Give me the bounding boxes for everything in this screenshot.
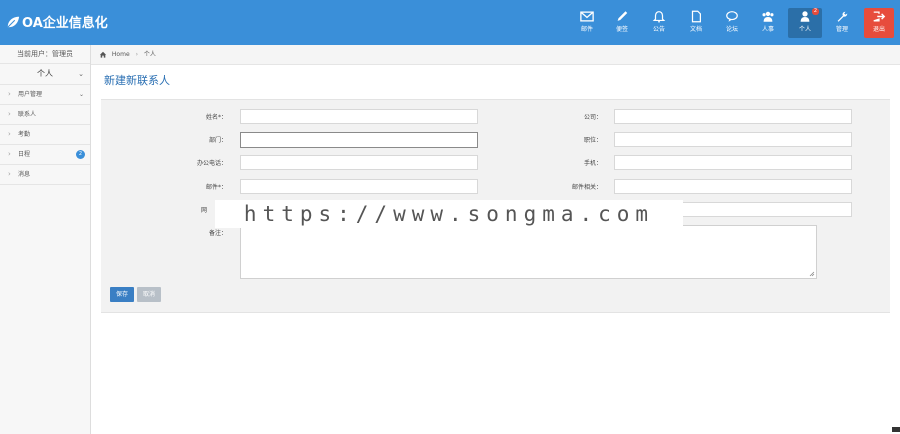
- chevron-right-icon: ›: [8, 130, 11, 138]
- position-label: 职位：: [583, 137, 602, 144]
- nav-admin-button[interactable]: 管理: [825, 8, 859, 38]
- chevron-down-icon: ⌄: [78, 91, 84, 98]
- nav-personal-button[interactable]: 个人 2: [788, 8, 822, 38]
- chevron-right-icon: ›: [8, 150, 11, 158]
- home-icon: [99, 51, 107, 58]
- sidebar-item-messages[interactable]: › 消息: [0, 165, 90, 185]
- chevron-down-icon: ⌄: [78, 70, 84, 78]
- breadcrumb-current: 个人: [143, 51, 156, 58]
- brand-name: OA企业信息化: [22, 16, 108, 31]
- mobile-field[interactable]: [614, 155, 852, 170]
- nav-mail-button[interactable]: 邮件: [570, 8, 604, 38]
- resize-handle-icon[interactable]: [809, 271, 815, 277]
- nav-hr-label: 人事: [761, 26, 774, 33]
- sidebar-item-label: 考勤: [18, 131, 31, 138]
- office-phone-label: 办公电话：: [196, 160, 227, 167]
- watermark: https://www.songma.com: [215, 200, 683, 228]
- sidebar-item-label: 联系人: [18, 111, 37, 118]
- logout-icon: [873, 11, 886, 22]
- document-icon: [691, 10, 701, 23]
- nav-personal-label: 个人: [798, 26, 811, 33]
- email2-label: 邮件相关：: [571, 184, 602, 191]
- users-icon: [762, 11, 774, 22]
- chevron-right-icon: ›: [8, 170, 11, 178]
- chevron-right-icon: ›: [8, 90, 11, 98]
- nav-docs-label: 文档: [689, 26, 702, 33]
- sidebar-item-label: 用户管理: [18, 91, 43, 98]
- sidebar-item-user-management[interactable]: › 用户管理 ⌄: [0, 85, 90, 105]
- web-label: 网: [200, 207, 207, 214]
- main-content: Home › 个人 新建新联系人 姓名*： 公司： 部门： 职位： 办公电话： …: [91, 45, 900, 434]
- company-field[interactable]: [614, 109, 852, 124]
- sidebar-section-personal[interactable]: 个人 ⌄: [0, 64, 90, 85]
- leaf-icon: [7, 16, 20, 28]
- top-navbar: OA企业信息化 邮件 便签 公告 文档 论坛 人事 个人 2 管理 退出: [0, 0, 900, 45]
- envelope-icon: [580, 11, 594, 22]
- position-field[interactable]: [614, 132, 852, 147]
- nav-mail-label: 邮件: [580, 26, 593, 33]
- notes-textarea[interactable]: [240, 225, 817, 279]
- sidebar-section-label: 个人: [37, 69, 53, 78]
- nav-notice-label: 公告: [652, 26, 665, 33]
- nav-docs-button[interactable]: 文档: [679, 8, 713, 38]
- email-label: 邮件*：: [205, 184, 227, 191]
- breadcrumb: Home › 个人: [91, 45, 900, 65]
- sidebar-item-schedule[interactable]: › 日程 2: [0, 145, 90, 165]
- nav-notes-label: 便签: [615, 26, 628, 33]
- save-button[interactable]: 保存: [110, 287, 134, 302]
- nav-admin-label: 管理: [835, 26, 848, 33]
- email-field[interactable]: [240, 179, 478, 194]
- current-user: 当前用户：管理员: [0, 45, 90, 64]
- nav-exit-label: 退出: [872, 26, 885, 33]
- company-label: 公司：: [583, 114, 602, 121]
- notes-label: 备注：: [208, 230, 227, 237]
- nav-notes-button[interactable]: 便签: [605, 8, 639, 38]
- chevron-right-icon: ›: [8, 110, 11, 118]
- sidebar: 当前用户：管理员 个人 ⌄ › 用户管理 ⌄ › 联系人 › 考勤 › 日程 2…: [0, 45, 91, 434]
- breadcrumb-separator: ›: [135, 51, 138, 58]
- brand-logo[interactable]: OA企业信息化: [6, 12, 108, 31]
- name-label: 姓名*：: [205, 114, 227, 121]
- sidebar-item-contacts[interactable]: › 联系人: [0, 105, 90, 125]
- nav-notice-button[interactable]: 公告: [642, 8, 676, 38]
- email2-field[interactable]: [614, 179, 852, 194]
- breadcrumb-home-link[interactable]: Home: [112, 51, 130, 58]
- sidebar-item-label: 消息: [18, 171, 31, 178]
- nav-exit-button[interactable]: 退出: [864, 8, 894, 38]
- user-icon: [800, 11, 810, 22]
- chat-bubble-icon: [726, 11, 738, 22]
- count-badge: 2: [76, 150, 85, 159]
- name-field[interactable]: [240, 109, 478, 124]
- nav-forum-label: 论坛: [725, 26, 738, 33]
- notification-badge: 2: [811, 8, 819, 15]
- nav-forum-button[interactable]: 论坛: [715, 8, 749, 38]
- sidebar-item-attendance[interactable]: › 考勤: [0, 125, 90, 145]
- cancel-button[interactable]: 取消: [137, 287, 161, 302]
- department-field[interactable]: [240, 132, 478, 148]
- sidebar-item-label: 日程: [18, 151, 31, 158]
- page-title: 新建新联系人: [104, 74, 170, 87]
- wrench-icon: [837, 11, 848, 22]
- pencil-icon: [617, 11, 628, 21]
- office-phone-field[interactable]: [240, 155, 478, 170]
- department-label: 部门：: [208, 137, 227, 144]
- mobile-label: 手机：: [583, 160, 602, 167]
- bell-icon: [652, 11, 666, 23]
- nav-hr-button[interactable]: 人事: [751, 8, 785, 38]
- scroll-corner: [892, 427, 900, 432]
